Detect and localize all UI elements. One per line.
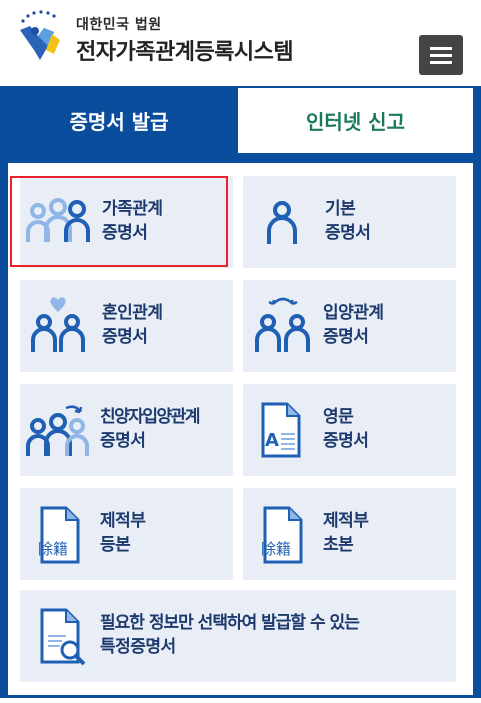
adoption-icon (255, 297, 310, 352)
family-arrow-icon (26, 405, 89, 456)
tab-certificate-issue[interactable]: 증명서 발급 (0, 86, 238, 153)
card-label-line1: 필요한 정보만 선택하여 발급할 수 있는 (100, 613, 360, 633)
card-removed-register-abstract[interactable]: 除籍 제적부 초본 (243, 488, 456, 580)
app-header: 대한민국 법원 전자가족관계등록시스템 (0, 0, 481, 86)
card-removed-register-copy[interactable]: 除籍 제적부 등본 (20, 488, 233, 580)
card-label-line2: 특정증명서 (100, 637, 176, 657)
card-label-line2: 초본 (323, 535, 354, 555)
card-basic-certificate[interactable]: 기본 증명서 (243, 176, 456, 268)
card-english-certificate[interactable]: A 영문 증명서 (243, 384, 456, 476)
card-label-line1: 입양관계 (323, 303, 384, 323)
card-label-line2: 증명서 (325, 223, 371, 243)
tab-internet-report[interactable]: 인터넷 신고 (238, 86, 481, 153)
couple-heart-icon (31, 297, 85, 352)
tab-label: 증명서 발급 (69, 110, 169, 134)
system-name[interactable]: 전자가족관계등록시스템 (76, 34, 294, 66)
court-logo-icon[interactable] (14, 10, 68, 66)
tab-bar: 증명서 발급 인터넷 신고 (0, 86, 481, 153)
person-icon (267, 201, 297, 244)
tab-label: 인터넷 신고 (306, 110, 405, 134)
card-marriage-certificate[interactable]: 혼인관계 증명서 (20, 280, 233, 372)
doc-text: 除籍 (261, 540, 291, 558)
card-label-line1: 제적부 (323, 511, 369, 531)
search-document-icon (40, 608, 86, 666)
card-label-line1: 제적부 (100, 511, 146, 531)
card-label-line1: 친양자입양관계 (100, 407, 200, 427)
register-document-icon: 除籍 (38, 506, 80, 564)
selection-highlight (10, 176, 228, 267)
card-label-line2: 증명서 (102, 327, 148, 347)
svg-text:A: A (265, 430, 279, 451)
card-label-line2: 증명서 (100, 431, 146, 451)
court-name: 대한민국 법원 (76, 17, 162, 33)
card-label-line1: 기본 (325, 199, 356, 219)
doc-text: 除籍 (38, 540, 68, 558)
hamburger-menu-icon[interactable] (419, 35, 463, 75)
card-label-line2: 등본 (100, 535, 131, 555)
card-specific-certificate[interactable]: 필요한 정보만 선택하여 발급할 수 있는 특정증명서 (20, 590, 456, 682)
card-label-line1: 영문 (323, 407, 354, 427)
card-full-adoption-certificate[interactable]: 친양자입양관계 증명서 (20, 384, 233, 476)
card-label-line1: 혼인관계 (102, 303, 163, 323)
card-label-line2: 증명서 (323, 327, 369, 347)
english-document-icon: A (261, 402, 301, 458)
register-document-icon: 除籍 (261, 506, 303, 564)
card-label-line2: 증명서 (323, 431, 369, 451)
card-adoption-certificate[interactable]: 입양관계 증명서 (243, 280, 456, 372)
